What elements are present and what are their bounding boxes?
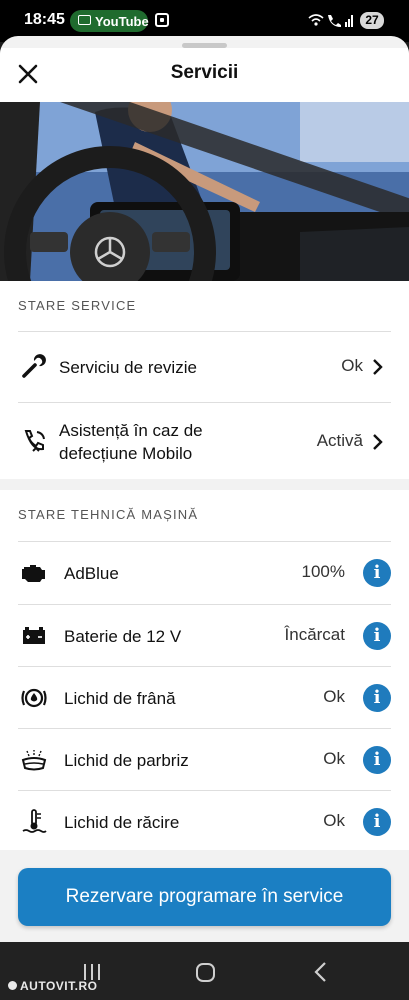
info-icon[interactable]: i (363, 559, 391, 587)
tech-row-coolant-label: Lichid de răcire (64, 813, 180, 832)
services-sheet: Servicii STARE SERVICE Serviciu de reviz… (0, 36, 409, 942)
service-row-assistance[interactable]: Asistență în caz de defecțiune Mobilo Ac… (0, 403, 409, 479)
section-heading-technical: STARE TEHNICĂ MAȘINĂ (18, 507, 199, 522)
washer-fluid-icon (21, 750, 47, 771)
battery-indicator: 27 (360, 12, 384, 29)
tech-row-brake-fluid-label: Lichid de frână (64, 689, 176, 708)
chevron-right-icon (373, 434, 383, 450)
engine-icon (22, 565, 45, 582)
technical-status-section: STARE TEHNICĂ MAȘINĂ AdBlue 100% i Bater… (0, 490, 409, 850)
watermark: AUTOVIT.RO (8, 979, 97, 993)
info-icon[interactable]: i (363, 808, 391, 836)
tech-row-coolant-value: Ok (323, 811, 345, 830)
service-row-revision-value: Ok (341, 356, 363, 375)
info-icon[interactable]: i (363, 622, 391, 650)
book-service-button[interactable]: Rezervare programare în service (18, 868, 391, 926)
watermark-logo-icon (8, 981, 17, 990)
info-icon[interactable]: i (363, 684, 391, 712)
tech-row-washer-fluid: Lichid de parbriz Ok i (0, 729, 409, 791)
service-row-assistance-value: Activă (316, 431, 363, 450)
battery-icon (23, 627, 45, 644)
screen-record-icon (155, 13, 169, 27)
section-heading-service: STARE SERVICE (18, 298, 137, 313)
tech-row-adblue-label: AdBlue (64, 564, 119, 583)
brake-fluid-icon (21, 688, 47, 708)
tech-row-battery-value: Încărcat (284, 625, 345, 644)
phone-roadside-icon (24, 430, 45, 452)
tech-row-battery: Baterie de 12 V Încărcat i (0, 605, 409, 667)
service-row-revision-label: Serviciu de revizie (59, 358, 197, 377)
signal-icons (308, 12, 354, 31)
tech-row-brake-fluid: Lichid de frână Ok i (0, 667, 409, 729)
youtube-pill[interactable]: YouTube (70, 10, 149, 32)
top-app-bar: Servicii (0, 48, 409, 102)
home-icon[interactable] (196, 963, 215, 982)
service-row-assistance-label: Asistență în caz de defecțiune Mobilo (59, 421, 203, 463)
tv-icon (78, 15, 91, 25)
cta-container: Rezervare programare în service (0, 850, 409, 942)
service-row-revision[interactable]: Serviciu de revizie Ok (0, 332, 409, 402)
service-status-section: STARE SERVICE Serviciu de revizie Ok Asi… (0, 281, 409, 479)
coolant-icon (22, 809, 47, 833)
status-time: 18:45 (24, 11, 65, 28)
chevron-right-icon (373, 359, 383, 375)
tech-row-coolant: Lichid de răcire Ok i (0, 791, 409, 850)
tech-row-brake-fluid-value: Ok (323, 687, 345, 706)
page-title: Servicii (170, 62, 239, 83)
tech-row-washer-fluid-value: Ok (323, 749, 345, 768)
back-icon[interactable] (311, 961, 331, 983)
tech-row-adblue: AdBlue 100% i (0, 542, 409, 604)
info-icon[interactable]: i (363, 746, 391, 774)
hero-image (0, 102, 409, 281)
tech-row-adblue-value: 100% (301, 562, 345, 581)
recent-apps-icon[interactable] (83, 964, 101, 980)
tech-row-battery-label: Baterie de 12 V (64, 627, 182, 646)
watermark-text: AUTOVIT.RO (20, 979, 98, 993)
youtube-pill-label: YouTube (95, 14, 149, 29)
wrench-icon (22, 354, 46, 378)
tech-row-washer-fluid-label: Lichid de parbriz (64, 751, 189, 770)
